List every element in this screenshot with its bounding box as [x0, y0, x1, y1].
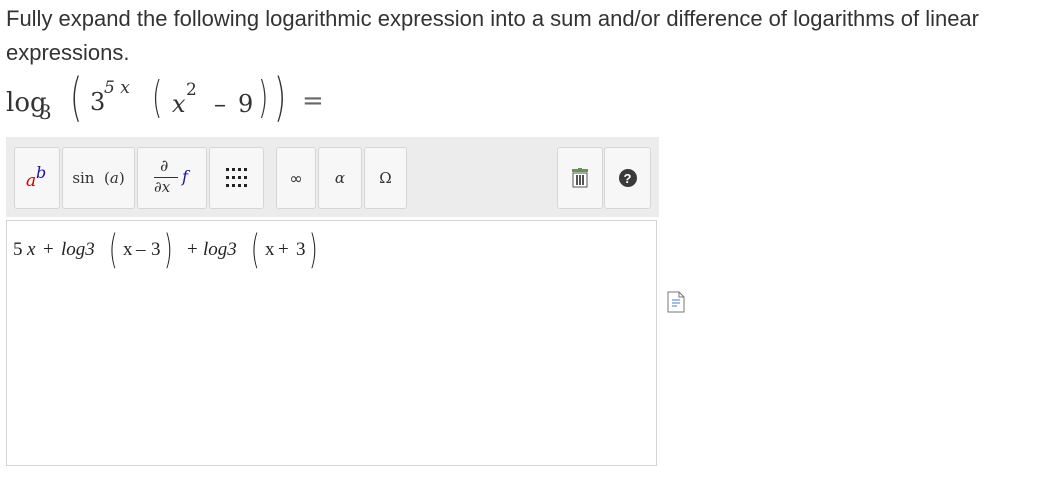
- inner-close-paren: ): [258, 72, 269, 123]
- outer-open-paren: (: [70, 68, 83, 128]
- log-base: 3: [39, 100, 52, 124]
- answer-input[interactable]: 5 x + log3 ( x – 3 ) + log3 ( x + 3 ): [6, 220, 657, 466]
- help-icon: ?: [618, 169, 637, 187]
- inner-exponent: 2: [186, 80, 197, 100]
- answer-close-paren1: ): [164, 227, 173, 273]
- power-icon: a b: [22, 163, 52, 193]
- inner-constant: 9: [238, 90, 254, 118]
- omega-icon: Ω: [379, 169, 392, 187]
- derivative-denominator: ∂x: [154, 178, 171, 196]
- infinity-icon: ∞: [289, 168, 303, 188]
- power-exp-label: b: [36, 163, 47, 182]
- document-icon[interactable]: [667, 291, 685, 313]
- inner-variable: x: [172, 90, 186, 118]
- answer-minus: –: [136, 239, 146, 260]
- power-button[interactable]: a b: [14, 147, 60, 209]
- answer-plus2: +: [187, 239, 198, 260]
- function-button[interactable]: sin (a): [62, 147, 135, 209]
- trash-icon: [572, 168, 588, 188]
- answer-open-paren1: (: [109, 227, 118, 273]
- term-exponent: 5 x: [104, 78, 130, 98]
- math-toolbar: a b sin (a) ∂ ∂x f ∞ α Ω ?: [6, 137, 659, 217]
- function-icon: sin (a): [72, 169, 124, 187]
- derivative-icon: ∂ ∂x f: [150, 156, 194, 200]
- help-button[interactable]: ?: [604, 147, 651, 209]
- derivative-numerator: ∂: [160, 156, 169, 175]
- sin-paren-close: ): [118, 169, 125, 187]
- answer-coefficient: 5: [13, 239, 23, 260]
- equals-sign: =: [302, 86, 324, 116]
- derivative-function: f: [182, 167, 188, 186]
- question-text: Fully expand the following logarithmic e…: [6, 6, 979, 65]
- sin-label: sin: [72, 169, 95, 187]
- help-label: ?: [623, 170, 632, 186]
- answer-log1: log3: [61, 239, 95, 260]
- alpha-button[interactable]: α: [318, 147, 362, 209]
- answer-x1: x: [27, 239, 36, 260]
- alpha-icon: α: [334, 169, 346, 187]
- derivative-button[interactable]: ∂ ∂x f: [137, 147, 207, 209]
- answer-three2: 3: [296, 239, 306, 260]
- omega-button[interactable]: Ω: [364, 147, 407, 209]
- answer-x2: x: [123, 239, 133, 260]
- sin-arg: a: [109, 169, 119, 187]
- answer-log2: log3: [203, 239, 237, 260]
- answer-plus3: +: [278, 239, 289, 260]
- power-base-label: a: [26, 171, 37, 191]
- infinity-button[interactable]: ∞: [276, 147, 316, 209]
- matrix-icon: [225, 168, 247, 187]
- sin-paren-open: (: [99, 169, 110, 187]
- inner-open-paren: (: [152, 72, 163, 123]
- answer-close-paren2: ): [309, 227, 318, 273]
- matrix-button[interactable]: [209, 147, 264, 209]
- answer-plus1: +: [43, 239, 54, 260]
- outer-close-paren: ): [274, 68, 287, 128]
- answer-three1: 3: [151, 239, 161, 260]
- answer-x3: x: [265, 239, 275, 260]
- answer-open-paren2: (: [251, 227, 260, 273]
- term-base: 3: [90, 88, 106, 116]
- clear-button[interactable]: [557, 147, 603, 209]
- inner-minus: –: [214, 90, 226, 118]
